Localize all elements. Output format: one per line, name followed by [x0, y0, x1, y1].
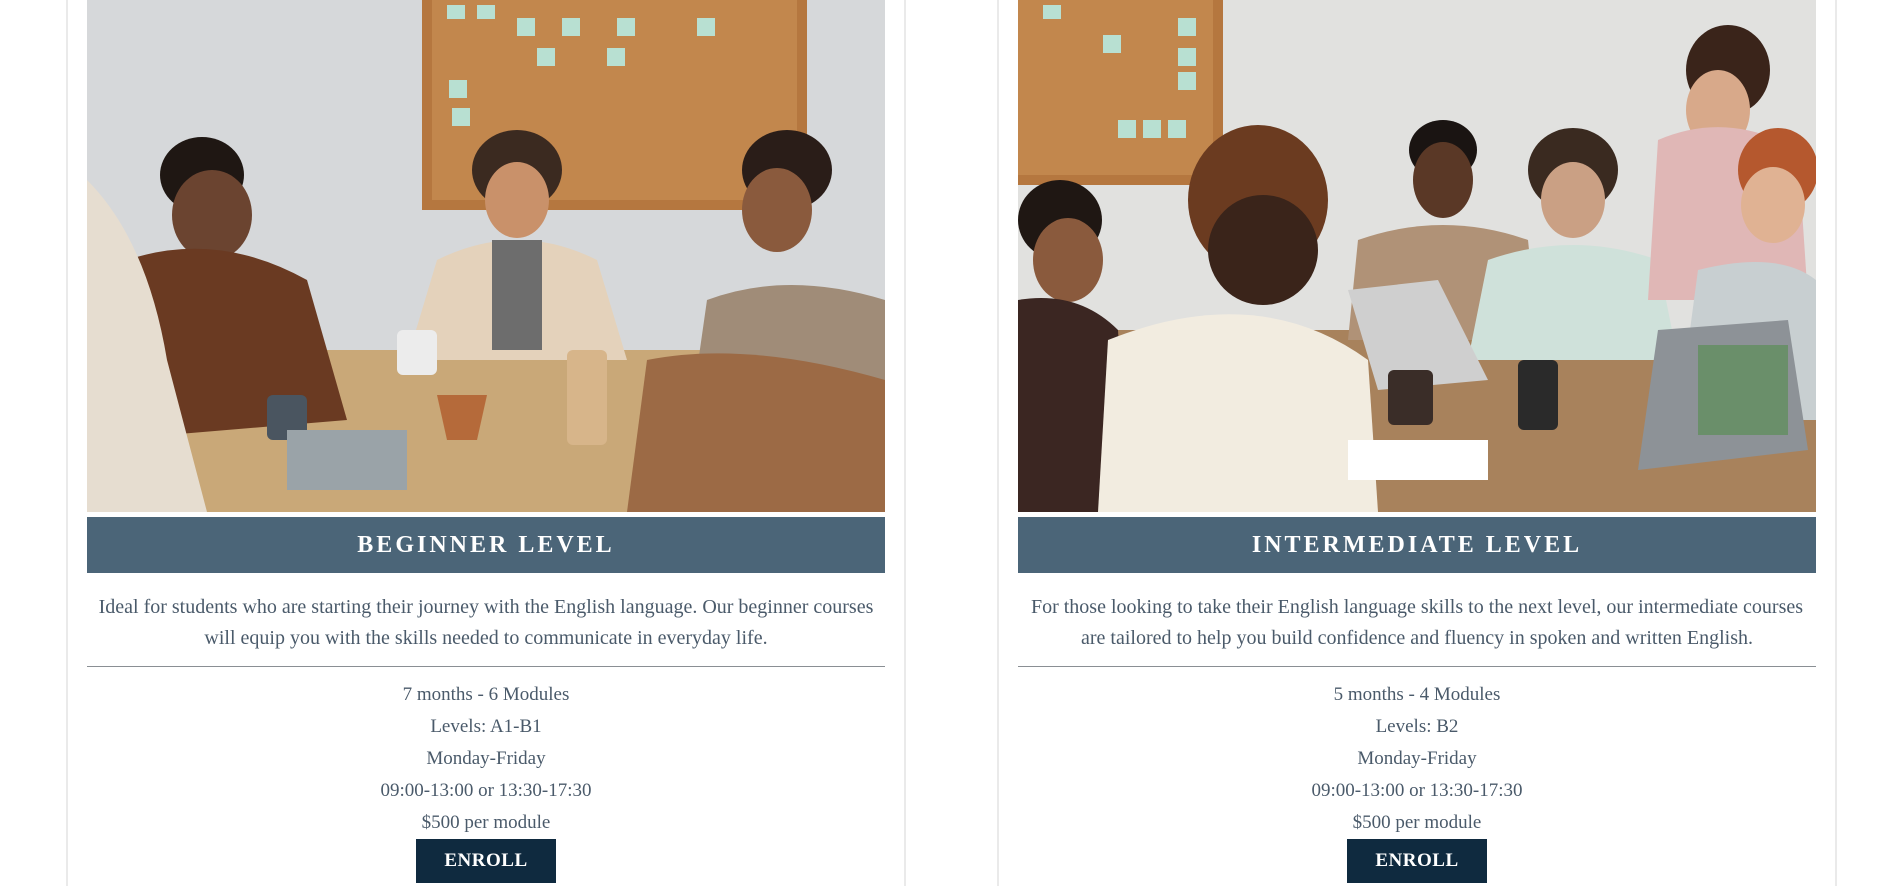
course-days: Monday-Friday: [1357, 748, 1477, 769]
course-level-title: INTERMEDIATE LEVEL: [1251, 531, 1583, 558]
course-level-title: BEGINNER LEVEL: [357, 531, 615, 558]
course-photo-intermediate: [1018, 0, 1816, 512]
course-level-banner: INTERMEDIATE LEVEL: [1018, 517, 1816, 573]
course-description: For those looking to take their English …: [1030, 596, 1804, 649]
course-levels: Levels: B2: [1375, 716, 1459, 737]
course-duration: 7 months - 6 Modules: [402, 684, 570, 705]
course-card-intermediate: INTERMEDIATE LEVEL For those looking to …: [997, 0, 1837, 886]
enroll-button-beginner[interactable]: ENROLL: [416, 839, 556, 883]
divider: [87, 666, 885, 667]
course-hours: 09:00-13:00 or 13:30-17:30: [1311, 780, 1523, 801]
course-duration: 5 months - 4 Modules: [1333, 684, 1501, 705]
course-level-banner: BEGINNER LEVEL: [87, 517, 885, 573]
course-price: $500 per module: [421, 812, 551, 833]
course-card-beginner: BEGINNER LEVEL Ideal for students who ar…: [66, 0, 906, 886]
course-levels: Levels: A1-B1: [430, 716, 542, 737]
course-hours: 09:00-13:00 or 13:30-17:30: [380, 780, 592, 801]
classroom-photo-illustration: [87, 0, 885, 512]
course-photo-beginner: [87, 0, 885, 512]
course-description: Ideal for students who are starting thei…: [98, 596, 874, 649]
course-price: $500 per module: [1352, 812, 1482, 833]
course-days: Monday-Friday: [426, 748, 546, 769]
course-details: 5 months - 4 Modules Levels: B2 Monday-F…: [1018, 679, 1816, 839]
enroll-button-intermediate[interactable]: ENROLL: [1347, 839, 1487, 883]
meeting-photo-illustration: [1018, 0, 1816, 512]
course-details: 7 months - 6 Modules Levels: A1-B1 Monda…: [87, 679, 885, 839]
divider: [1018, 666, 1816, 667]
